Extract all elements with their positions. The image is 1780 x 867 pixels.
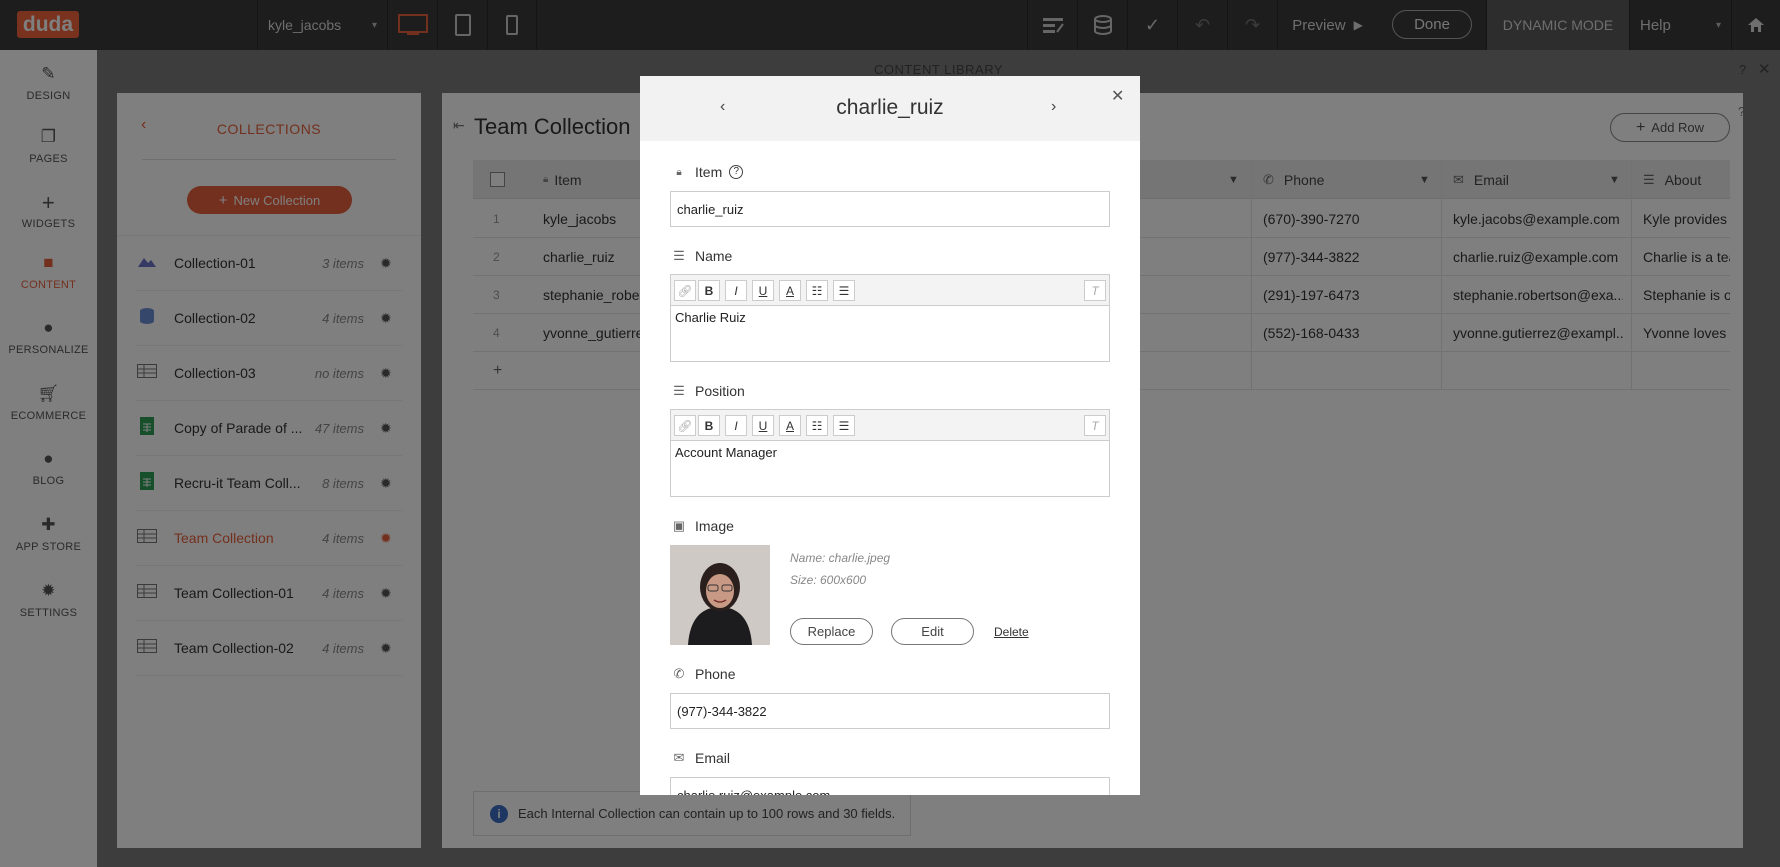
replace-image-button[interactable]: Replace — [790, 618, 873, 645]
name-editor-text[interactable]: Charlie Ruiz — [671, 306, 1109, 329]
help-icon[interactable]: ? — [729, 165, 744, 179]
link-icon[interactable]: 🔗︎ — [674, 415, 696, 436]
image-field-label: ▣ Image — [671, 518, 734, 534]
item-input[interactable]: charlie_ruiz — [670, 191, 1110, 227]
clear-format-icon[interactable]: T — [1084, 280, 1106, 301]
close-icon[interactable]: ✕ — [1111, 86, 1124, 106]
envelope-icon: ✉ — [673, 750, 685, 765]
editor-toolbar: 🔗︎ B I U A ☷ ☰ T — [671, 410, 1109, 441]
bullet-list-icon[interactable]: ☷ — [806, 415, 828, 436]
next-arrow-icon[interactable]: › — [1051, 98, 1056, 116]
phone-field-label: ✆ Phone — [671, 666, 736, 682]
profile-image-thumbnail[interactable] — [670, 545, 770, 645]
label-text: Name — [695, 248, 733, 264]
phone-icon: ✆ — [673, 666, 685, 681]
name-field-label: ☰ Name — [671, 248, 732, 264]
clear-format-icon[interactable]: T — [1084, 415, 1106, 436]
label-text: Position — [695, 383, 745, 399]
underline-icon[interactable]: U — [752, 280, 774, 301]
modal-title: charlie_ruiz — [836, 96, 944, 119]
name-rich-text-editor[interactable]: 🔗︎ B I U A ☷ ☰ T Charlie Ruiz — [670, 274, 1110, 362]
text-color-icon[interactable]: A — [779, 415, 801, 436]
numbered-list-icon[interactable]: ☰ — [833, 280, 855, 301]
person-photo-icon — [670, 545, 770, 645]
bold-icon[interactable]: B — [698, 280, 720, 301]
editor-toolbar: 🔗︎ B I U A ☷ ☰ T — [671, 275, 1109, 306]
item-field-label: 🔒︎ Item ? — [671, 164, 744, 180]
bold-icon[interactable]: B — [698, 415, 720, 436]
label-text: Image — [695, 518, 734, 534]
bullet-list-icon[interactable]: ☷ — [806, 280, 828, 301]
position-field-label: ☰ Position — [671, 383, 745, 399]
text-color-icon[interactable]: A — [779, 280, 801, 301]
label-text: Item — [695, 164, 723, 180]
text-icon: ☰ — [673, 383, 685, 398]
phone-input[interactable]: (977)-344-3822 — [670, 693, 1110, 729]
delete-image-link[interactable]: Delete — [994, 625, 1029, 639]
image-size: Size: 600x600 — [790, 573, 867, 587]
email-input[interactable]: charlie.ruiz@example.com — [670, 777, 1110, 795]
numbered-list-icon[interactable]: ☰ — [833, 415, 855, 436]
image-name: Name: charlie.jpeg — [790, 551, 891, 565]
image-icon: ▣ — [672, 518, 686, 533]
italic-icon[interactable]: I — [725, 280, 747, 301]
position-rich-text-editor[interactable]: 🔗︎ B I U A ☷ ☰ T Account Manager — [670, 409, 1110, 497]
link-icon[interactable]: 🔗︎ — [674, 280, 696, 301]
label-text: Phone — [695, 666, 736, 682]
italic-icon[interactable]: I — [725, 415, 747, 436]
lock-icon: 🔒︎ — [676, 166, 682, 178]
edit-image-button[interactable]: Edit — [891, 618, 974, 645]
edit-row-modal: ‹ charlie_ruiz › ✕ 🔒︎ Item ? charlie_rui… — [640, 76, 1140, 795]
position-editor-text[interactable]: Account Manager — [671, 441, 1109, 464]
email-field-label: ✉ Email — [671, 750, 730, 766]
label-text: Email — [695, 750, 731, 766]
underline-icon[interactable]: U — [752, 415, 774, 436]
text-icon: ☰ — [673, 248, 685, 263]
